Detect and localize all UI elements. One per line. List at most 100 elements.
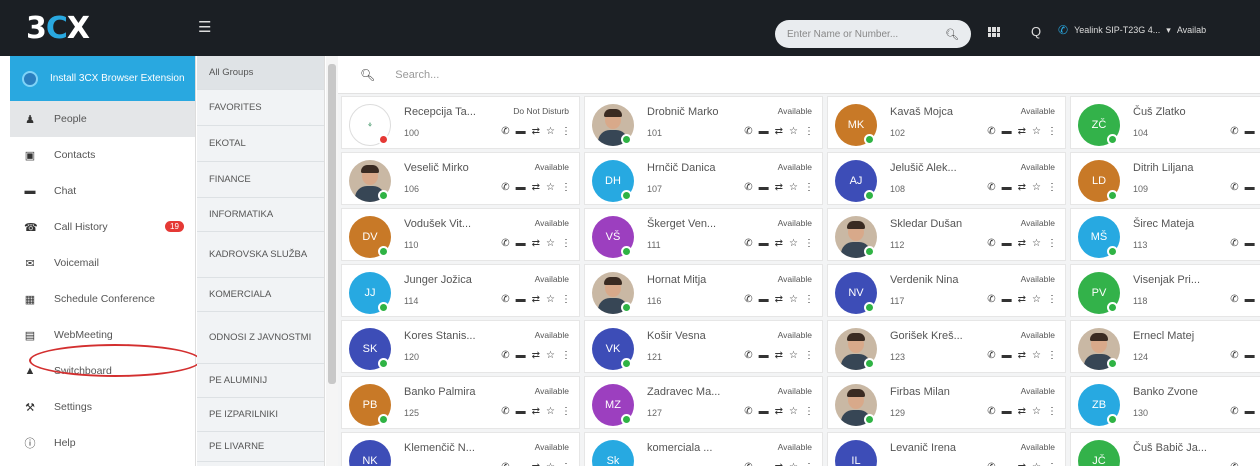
contact-card[interactable]: MK Kavaš Mojca Available 102 ✆ ▬ ⇄ ☆ ⋮ [827, 96, 1066, 149]
people-search[interactable]: 🔍︎ Search... [338, 56, 1260, 94]
call-icon[interactable]: ✆ [1230, 462, 1238, 466]
contact-card[interactable]: ZBBanko Zvone130✆▬⇄☆⋮ [1070, 376, 1260, 429]
sidebar-item-voicemail[interactable]: ✉ Voicemail [10, 245, 195, 281]
chat-icon[interactable]: ▬ [516, 182, 526, 193]
group-item[interactable]: ODNOSI Z JAVNOSTMI [197, 312, 324, 364]
call-icon[interactable]: ✆ [501, 406, 509, 417]
sidebar-item-call-history[interactable]: ☎ Call History 19 [10, 209, 195, 245]
call-icon[interactable]: ✆ [744, 182, 752, 193]
star-icon[interactable]: ☆ [546, 182, 555, 193]
more-icon[interactable]: ⋮ [804, 462, 814, 466]
group-item[interactable]: INFORMATIKA [197, 198, 324, 232]
chat-icon[interactable]: ▬ [1245, 350, 1255, 361]
more-icon[interactable]: ⋮ [1047, 406, 1057, 417]
transfer-icon[interactable]: ⇄ [775, 294, 783, 305]
more-icon[interactable]: ⋮ [561, 126, 571, 137]
chat-icon[interactable]: ▬ [516, 406, 526, 417]
contact-card[interactable]: NK Klemenčič N... Available ✆ ▬ ⇄ ☆ ⋮ [341, 432, 580, 466]
call-icon[interactable]: ✆ [987, 238, 995, 249]
transfer-icon[interactable]: ⇄ [532, 182, 540, 193]
group-item[interactable]: PE ALUMINIJ [197, 364, 324, 398]
transfer-icon[interactable]: ⇄ [532, 126, 540, 137]
chat-icon[interactable]: ▬ [1002, 294, 1012, 305]
contact-card[interactable]: VK Košir Vesna Available 121 ✆ ▬ ⇄ ☆ ⋮ [584, 320, 823, 373]
star-icon[interactable]: ☆ [789, 182, 798, 193]
sidebar-item-chat[interactable]: ▬ Chat [10, 173, 195, 209]
contact-card[interactable]: PVVisenjak Pri...118✆▬⇄☆⋮ [1070, 264, 1260, 317]
more-icon[interactable]: ⋮ [561, 462, 571, 466]
call-icon[interactable]: ✆ [744, 406, 752, 417]
contact-card[interactable]: JJ Junger Jožica Available 114 ✆ ▬ ⇄ ☆ ⋮ [341, 264, 580, 317]
star-icon[interactable]: ☆ [789, 238, 798, 249]
transfer-icon[interactable]: ⇄ [775, 350, 783, 361]
star-icon[interactable]: ☆ [789, 406, 798, 417]
transfer-icon[interactable]: ⇄ [1018, 406, 1026, 417]
group-item[interactable]: All Groups [197, 56, 324, 90]
call-icon[interactable]: ✆ [1230, 350, 1238, 361]
contact-card[interactable]: Firbas Milan Available 129 ✆ ▬ ⇄ ☆ ⋮ [827, 376, 1066, 429]
star-icon[interactable]: ☆ [546, 294, 555, 305]
transfer-icon[interactable]: ⇄ [775, 126, 783, 137]
transfer-icon[interactable]: ⇄ [1018, 126, 1026, 137]
call-icon[interactable]: ✆ [987, 350, 995, 361]
star-icon[interactable]: ☆ [789, 294, 798, 305]
search-icon[interactable]: 🔍︎ [945, 28, 959, 41]
call-icon[interactable]: ✆ [987, 462, 995, 466]
chat-icon[interactable]: ▬ [759, 406, 769, 417]
star-icon[interactable]: ☆ [1032, 238, 1041, 249]
call-icon[interactable]: ✆ [987, 126, 995, 137]
more-icon[interactable]: ⋮ [1047, 238, 1057, 249]
more-icon[interactable]: ⋮ [804, 126, 814, 137]
contact-card[interactable]: AJ Jelušič Alek... Available 108 ✆ ▬ ⇄ ☆ ⋮ [827, 152, 1066, 205]
call-icon[interactable]: ✆ [744, 350, 752, 361]
chat-icon[interactable]: ▬ [1245, 126, 1255, 137]
contact-card[interactable]: VŠ Škerget Ven... Available 111 ✆ ▬ ⇄ ☆ ⋮ [584, 208, 823, 261]
transfer-icon[interactable]: ⇄ [1018, 350, 1026, 361]
chat-icon[interactable]: ▬ [1002, 462, 1012, 466]
call-icon[interactable]: ✆ [501, 238, 509, 249]
contact-card[interactable]: JČČuš Babič Ja...✆▬⇄☆⋮ [1070, 432, 1260, 466]
call-icon[interactable]: ✆ [501, 294, 509, 305]
chat-icon[interactable]: ▬ [1002, 238, 1012, 249]
transfer-icon[interactable]: ⇄ [532, 238, 540, 249]
star-icon[interactable]: ☆ [1032, 294, 1041, 305]
contact-card[interactable]: SK Kores Stanis... Available 120 ✆ ▬ ⇄ ☆ ⋮ [341, 320, 580, 373]
contact-card[interactable]: Ernecl Matej124✆▬⇄☆⋮ [1070, 320, 1260, 373]
call-icon[interactable]: ✆ [1230, 238, 1238, 249]
more-icon[interactable]: ⋮ [804, 182, 814, 193]
menu-icon[interactable]: ☰ [198, 18, 211, 36]
contact-card[interactable]: DH Hrnčič Danica Available 107 ✆ ▬ ⇄ ☆ ⋮ [584, 152, 823, 205]
dialpad-icon[interactable] [988, 27, 1000, 37]
chat-icon[interactable]: ▬ [1245, 406, 1255, 417]
contact-card[interactable]: DV Vodušek Vit... Available 110 ✆ ▬ ⇄ ☆ ⋮ [341, 208, 580, 261]
contact-card[interactable]: PB Banko Palmira Available 125 ✆ ▬ ⇄ ☆ ⋮ [341, 376, 580, 429]
chat-icon[interactable]: ▬ [1002, 126, 1012, 137]
more-icon[interactable]: ⋮ [1047, 462, 1057, 466]
more-icon[interactable]: ⋮ [1047, 350, 1057, 361]
star-icon[interactable]: ☆ [1032, 126, 1041, 137]
star-icon[interactable]: ☆ [546, 406, 555, 417]
star-icon[interactable]: ☆ [1032, 350, 1041, 361]
group-item[interactable]: KOMERCIALA [197, 278, 324, 312]
contact-card[interactable]: Sk komerciala ... Available ✆ ▬ ⇄ ☆ ⋮ [584, 432, 823, 466]
call-icon[interactable]: ✆ [744, 294, 752, 305]
chat-icon[interactable]: ▬ [1245, 462, 1255, 466]
transfer-icon[interactable]: ⇄ [775, 238, 783, 249]
more-icon[interactable]: ⋮ [561, 406, 571, 417]
group-item[interactable]: PE IZPARILNIKI [197, 398, 324, 432]
chat-icon[interactable]: ▬ [516, 126, 526, 137]
contact-card[interactable]: IL Levanič Irena Available ✆ ▬ ⇄ ☆ ⋮ [827, 432, 1066, 466]
star-icon[interactable]: ☆ [789, 462, 798, 466]
group-item[interactable]: PE LIVARNE [197, 432, 324, 462]
sidebar-item-help[interactable]: ⓘ Help [10, 425, 195, 461]
more-icon[interactable]: ⋮ [561, 350, 571, 361]
chat-icon[interactable]: ▬ [759, 350, 769, 361]
chat-icon[interactable]: ▬ [516, 462, 526, 466]
transfer-icon[interactable]: ⇄ [532, 462, 540, 466]
call-icon[interactable]: ✆ [501, 462, 509, 466]
transfer-icon[interactable]: ⇄ [532, 350, 540, 361]
contact-card[interactable]: ⚘ Recepcija Ta... Do Not Disturb 100 ✆ ▬ ⇄ ☆ ⋮ [341, 96, 580, 149]
chat-icon[interactable]: ▬ [516, 350, 526, 361]
chat-icon[interactable]: ▬ [516, 238, 526, 249]
call-icon[interactable]: ✆ [1230, 406, 1238, 417]
